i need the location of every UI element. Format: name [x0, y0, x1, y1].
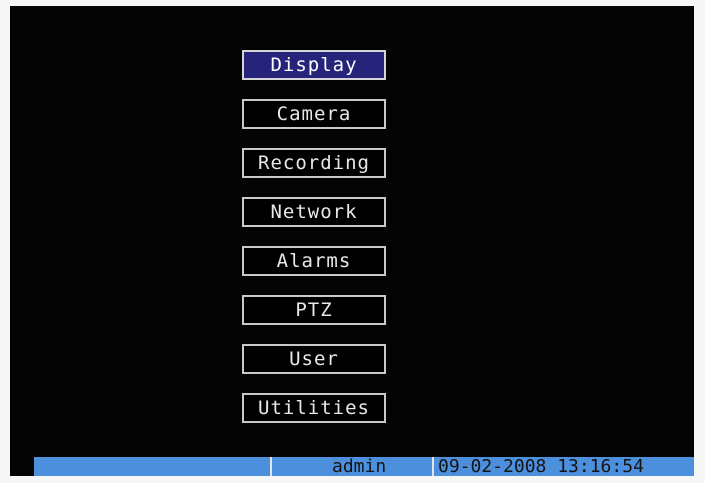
- menu-item-camera[interactable]: Camera: [242, 99, 386, 129]
- menu-item-display[interactable]: Display: [242, 50, 386, 80]
- menu-item-alarms[interactable]: Alarms: [242, 246, 386, 276]
- status-bar: admin 09-02-2008 13:16:54: [34, 457, 694, 476]
- main-menu: Display Camera Recording Network Alarms …: [242, 50, 386, 442]
- menu-item-utilities[interactable]: Utilities: [242, 393, 386, 423]
- menu-item-network[interactable]: Network: [242, 197, 386, 227]
- menu-item-user[interactable]: User: [242, 344, 386, 374]
- menu-item-recording[interactable]: Recording: [242, 148, 386, 178]
- dvr-screen: Display Camera Recording Network Alarms …: [10, 6, 694, 476]
- status-username: admin: [270, 457, 432, 476]
- status-blank-cell: [34, 457, 270, 476]
- status-datetime: 09-02-2008 13:16:54: [432, 457, 694, 476]
- menu-item-ptz[interactable]: PTZ: [242, 295, 386, 325]
